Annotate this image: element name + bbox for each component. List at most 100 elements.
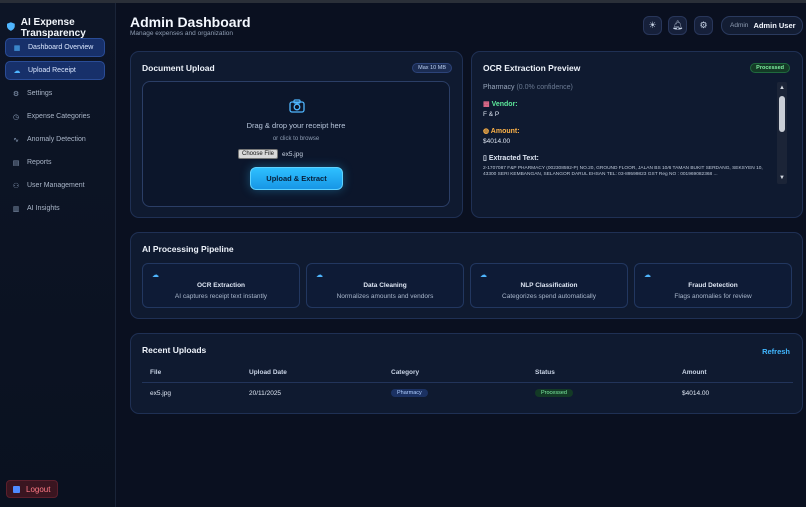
step-description: Categorizes spend automatically (502, 293, 596, 300)
extracted-text-label-row: ▯ Extracted Text: (483, 154, 539, 162)
sidebar: AI Expense Transparency ▦ Dashboard Over… (0, 3, 116, 507)
bell-icon: 🔔︎ (671, 20, 684, 30)
sidebar-item-reports[interactable]: ▤ Reports (5, 153, 105, 172)
ocr-preview-card: OCR Extraction Preview Processed Pharmac… (471, 51, 803, 218)
status-badge: Processed (535, 389, 573, 397)
vendor-label: Vendor: (491, 101, 518, 108)
ocr-confidence: (0.0% confidence) (516, 84, 573, 91)
insights-icon: ▥ (12, 205, 20, 213)
step-title: NLP Classification (520, 282, 578, 289)
sidebar-item-upload-receipt[interactable]: ☁ Upload Receipt (5, 61, 105, 80)
scroll-thumb[interactable] (779, 96, 785, 132)
recent-uploads-card: Recent Uploads Refresh File Upload Date … (130, 333, 803, 414)
sun-icon: ☀ (648, 20, 657, 30)
upload-extract-button[interactable]: Upload & Extract (250, 167, 343, 190)
users-icon: ⚇ (12, 182, 20, 190)
user-name: Admin User (753, 21, 796, 30)
sidebar-item-label: User Management (27, 182, 85, 189)
ocr-scrollbar[interactable]: ▲ ▼ (777, 82, 787, 184)
pulse-icon: ∿ (13, 136, 19, 144)
choose-file-button[interactable]: Choose File (238, 149, 279, 159)
size-limit-badge: Max 10 MB (412, 63, 452, 73)
column-header-file: File (150, 369, 162, 376)
pipeline-step: ☁ OCR Extraction AI captures receipt tex… (142, 263, 300, 308)
card-title: AI Processing Pipeline (142, 244, 234, 254)
column-header-amount: Amount (682, 369, 707, 376)
refresh-button[interactable]: Refresh (762, 347, 790, 356)
grid-icon: ▦ (13, 44, 21, 52)
step-description: Flags anomalies for review (674, 293, 752, 300)
user-menu[interactable]: Admin Admin User (721, 16, 803, 35)
amount-label: Amount: (490, 128, 520, 135)
brand: AI Expense Transparency (7, 17, 115, 39)
column-header-status: Status (535, 369, 555, 376)
sidebar-item-user-management[interactable]: ⚇ User Management (5, 176, 105, 195)
cloud-icon: ☁ (480, 272, 487, 279)
sidebar-item-settings[interactable]: ⚙ Settings (5, 84, 105, 103)
pipeline-step: ☁ NLP Classification Categorizes spend a… (470, 263, 628, 308)
column-header-category: Category (391, 369, 420, 376)
ocr-category-row: Pharmacy (0.0% confidence) (483, 84, 573, 91)
settings-button[interactable]: ⚙ (694, 16, 713, 35)
amount-value: $4014.00 (483, 138, 511, 145)
gear-icon: ⚙ (699, 20, 708, 30)
cell-file: ex5.jpg (150, 390, 171, 397)
cloud-icon: ☁ (152, 272, 159, 279)
cell-date: 20/11/2025 (249, 390, 282, 397)
window-top-border (0, 0, 806, 3)
sidebar-item-anomaly-detection[interactable]: ∿ Anomaly Detection (5, 130, 105, 149)
tag-icon: ◷ (12, 113, 20, 121)
theme-toggle-button[interactable]: ☀ (643, 16, 662, 35)
column-header-upload-date: Upload Date (249, 369, 287, 376)
vendor-value: F & P (483, 111, 500, 118)
sidebar-item-label: Reports (27, 159, 52, 166)
notifications-button[interactable]: 🔔︎ (668, 16, 687, 35)
sidebar-item-label: Expense Categories (27, 113, 91, 120)
document-icon: ▯ (483, 155, 487, 162)
cell-amount: $4014.00 (682, 390, 710, 397)
gear-icon: ⚙ (12, 90, 20, 98)
page-subtitle: Manage expenses and organization (130, 30, 233, 37)
sidebar-item-label: Anomaly Detection (27, 136, 86, 143)
pipeline-step: ☁ Data Cleaning Normalizes amounts and v… (306, 263, 464, 308)
money-bag-icon: ◍ (483, 128, 490, 135)
scroll-up-icon[interactable]: ▲ (778, 84, 786, 92)
extracted-text-label: Extracted Text: (488, 155, 539, 162)
sidebar-item-expense-categories[interactable]: ◷ Expense Categories (5, 107, 105, 126)
sidebar-item-label: Upload Receipt (28, 67, 76, 74)
upload-icon: ☁ (13, 67, 21, 75)
page-title: Admin Dashboard (130, 14, 251, 30)
logout-icon (13, 485, 20, 493)
sidebar-nav: ▦ Dashboard Overview ☁ Upload Receipt ⚙ … (5, 38, 105, 222)
amount-label-row: ◍ Amount: (483, 127, 520, 135)
logout-label: Logout (26, 484, 51, 494)
file-input: Choose File ex5.jpg (238, 149, 303, 159)
sidebar-item-ai-insights[interactable]: ▥ AI Insights (5, 199, 105, 218)
sidebar-item-label: Dashboard Overview (28, 44, 94, 51)
dropzone-text: Drag & drop your receipt here (246, 121, 346, 130)
step-title: Fraud Detection (688, 282, 738, 289)
store-icon: ▩ (483, 101, 490, 108)
step-title: Data Cleaning (363, 282, 407, 289)
card-title: Recent Uploads (142, 345, 207, 355)
selected-file-name: ex5.jpg (282, 150, 303, 158)
brand-title: AI Expense Transparency (20, 17, 86, 39)
ocr-category: Pharmacy (483, 84, 515, 91)
vendor-label-row: ▩ Vendor: (483, 100, 518, 108)
logout-button[interactable]: Logout (6, 480, 58, 498)
category-badge: Pharmacy (391, 389, 428, 397)
pipeline-card: AI Processing Pipeline ☁ OCR Extraction … (130, 232, 803, 319)
report-icon: ▤ (12, 159, 20, 167)
cloud-icon: ☁ (644, 272, 651, 279)
document-upload-card: Document Upload Max 10 MB Drag & drop yo… (130, 51, 463, 218)
sidebar-item-dashboard-overview[interactable]: ▦ Dashboard Overview (5, 38, 105, 57)
table-divider (142, 382, 793, 383)
status-badge: Processed (750, 63, 790, 73)
scroll-down-icon[interactable]: ▼ (778, 174, 786, 182)
dropzone[interactable]: Drag & drop your receipt here or click t… (142, 81, 450, 207)
dropzone-subtext: or click to browse (272, 136, 320, 142)
step-title: OCR Extraction (196, 282, 246, 289)
extracted-text: 2-1707087 F&P PHARMACY (002308592-P) NO.… (483, 166, 763, 177)
pipeline-step: ☁ Fraud Detection Flags anomalies for re… (634, 263, 792, 308)
card-title: Document Upload (142, 63, 215, 73)
